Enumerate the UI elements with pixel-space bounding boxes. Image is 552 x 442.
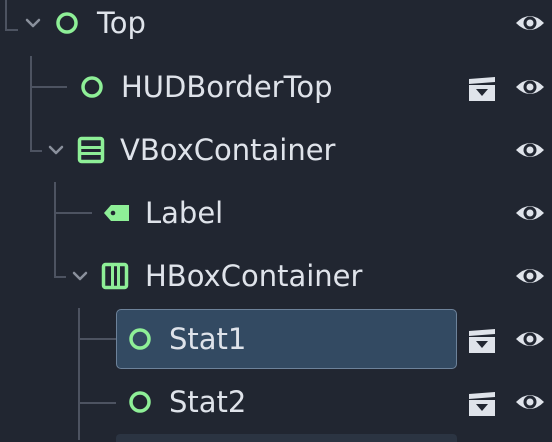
visibility-eye-icon[interactable] [514,136,546,164]
label-node-icon [101,199,129,227]
next-row-highlight [116,434,457,442]
visibility-eye-icon[interactable] [514,9,546,37]
node-label: Stat1 [169,322,247,356]
visibility-eye-icon[interactable] [514,388,546,416]
open-scene-clapperboard-icon[interactable] [466,324,498,356]
open-scene-clapperboard-icon[interactable] [466,387,498,419]
chevron-down-icon[interactable] [69,265,91,287]
node-label: VBoxContainer [120,133,336,167]
node-label: Top [97,6,146,40]
tree-item-hboxcontainer[interactable]: HBoxContainer [0,248,552,306]
control-node-icon [53,9,81,37]
visibility-eye-icon[interactable] [514,199,546,227]
node-label: Stat2 [169,385,247,419]
chevron-down-icon[interactable] [22,12,44,34]
tree-item-hudbordertop[interactable]: HUDBorderTop [0,59,552,117]
tree-item-vboxcontainer[interactable]: VBoxContainer [0,122,552,180]
control-node-icon [126,388,154,416]
vbox-container-icon [77,136,105,164]
hbox-container-icon [101,262,129,290]
control-node-icon [126,325,154,353]
scene-tree: Top HUDBorderTop VBoxContainer Label HBo… [0,0,552,442]
node-label: HBoxContainer [145,259,363,293]
control-node-icon [78,73,106,101]
visibility-eye-icon[interactable] [514,73,546,101]
tree-item-stat2[interactable]: Stat2 [0,374,552,432]
visibility-eye-icon[interactable] [514,262,546,290]
open-scene-clapperboard-icon[interactable] [466,72,498,104]
node-label: HUDBorderTop [121,70,333,104]
visibility-eye-icon[interactable] [514,325,546,353]
tree-item-top[interactable]: Top [0,0,552,53]
tree-item-label[interactable]: Label [0,185,552,243]
tree-item-stat1[interactable]: Stat1 [0,311,552,369]
chevron-down-icon[interactable] [45,139,67,161]
node-label: Label [145,196,224,230]
